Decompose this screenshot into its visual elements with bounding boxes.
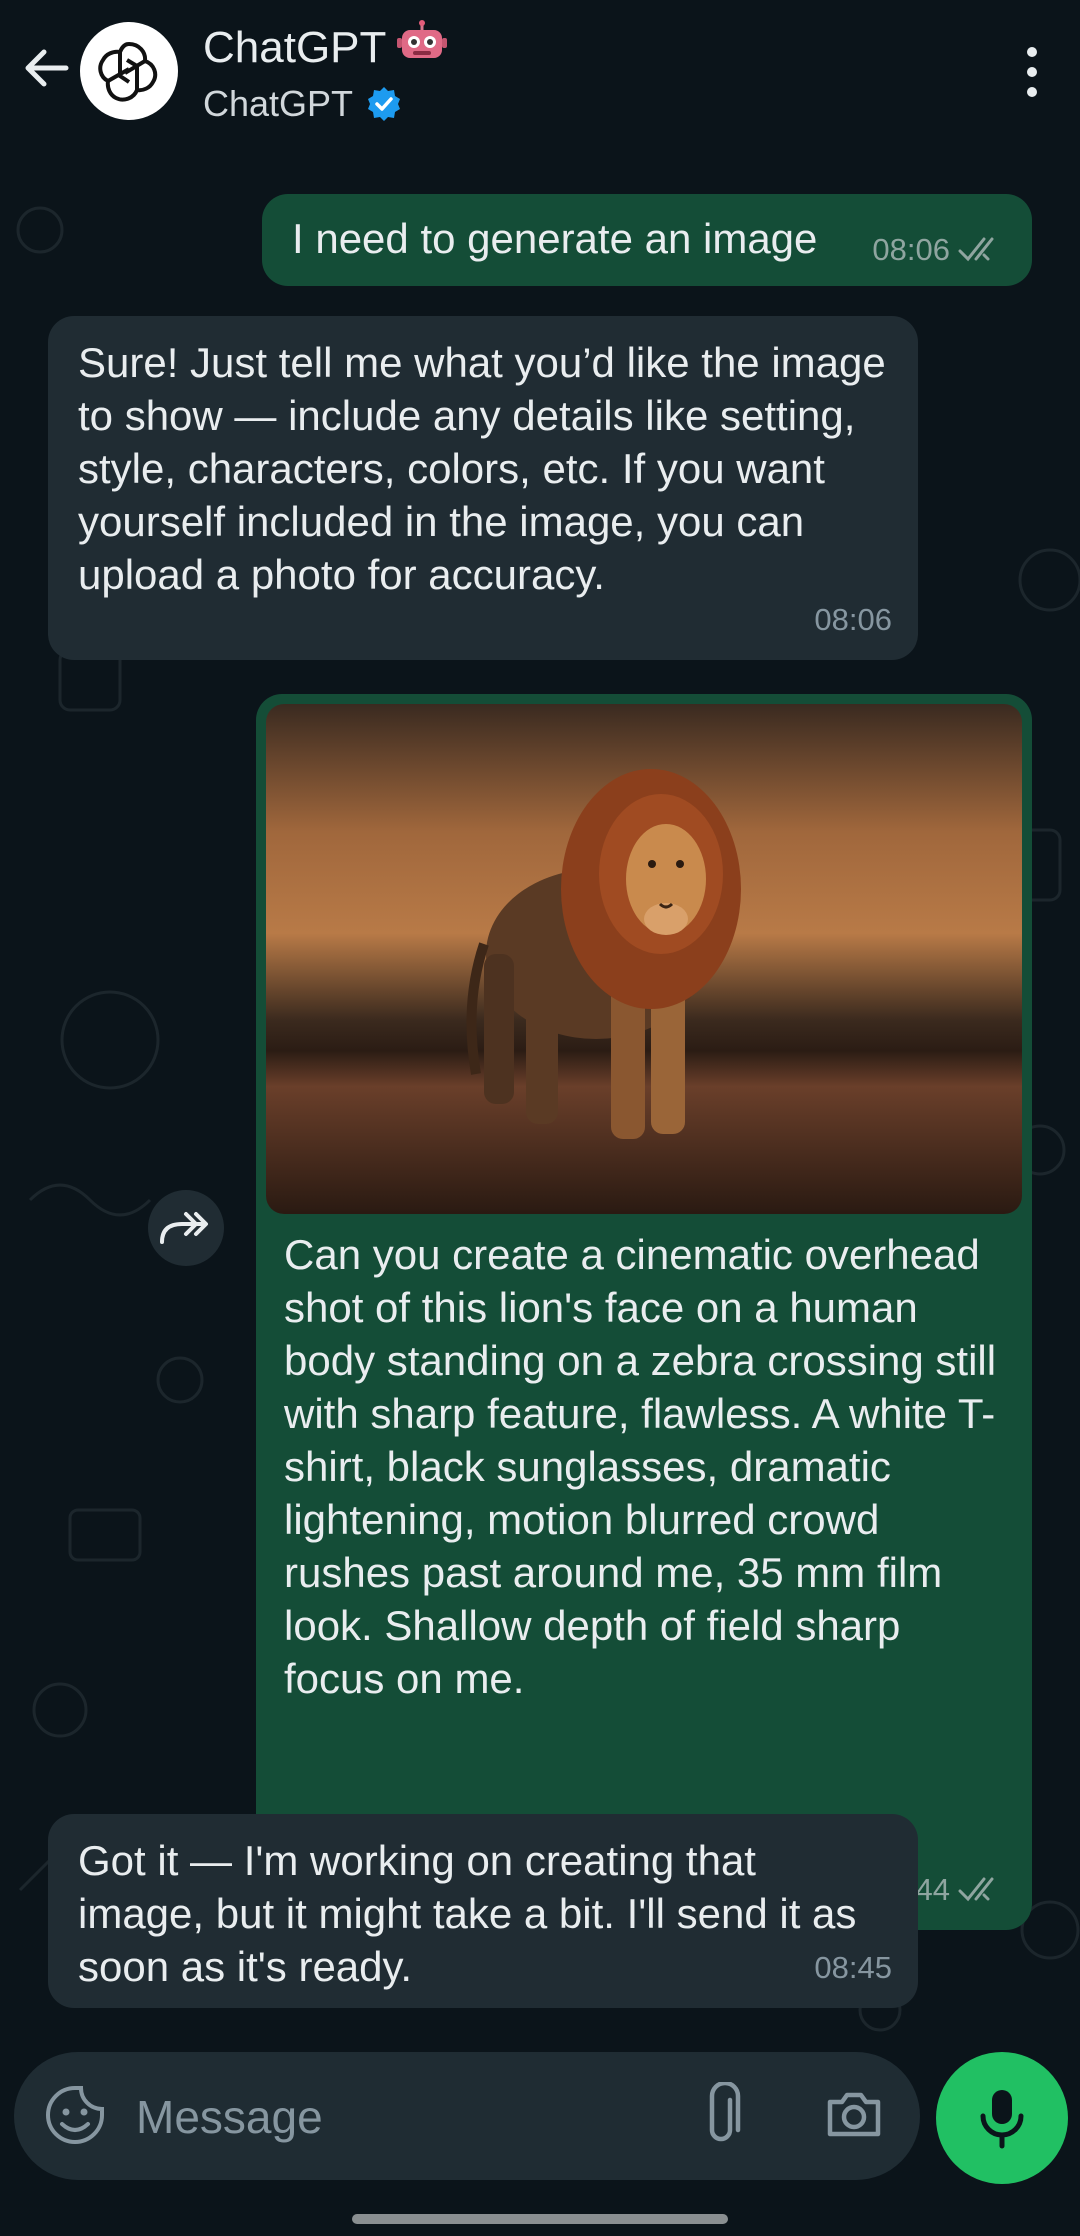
message-text: Got it — I'm working on creating that im… [78,1837,857,1990]
contact-info[interactable]: ChatGPT ChatGPT [203,20,448,126]
message-composer[interactable]: Message [14,2052,920,2180]
more-vertical-icon [1027,47,1037,97]
contact-subtitle: ChatGPT [203,82,448,126]
message-text: Sure! Just tell me what you’d like the i… [78,339,886,598]
robot-emoji-icon [396,20,448,76]
incoming-message[interactable]: Got it — I'm working on creating that im… [48,1814,918,2008]
subtitle-text: ChatGPT [203,83,354,124]
back-button[interactable] [18,40,74,96]
incoming-message[interactable]: Sure! Just tell me what you’d like the i… [48,316,918,660]
camera-icon [827,2092,881,2137]
microphone-icon [980,2090,1024,2149]
attach-button[interactable] [700,2080,742,2153]
verified-badge-icon [368,87,401,121]
camera-button[interactable] [824,2084,884,2149]
message-text: Can you create a cinematic overhead shot… [284,1231,997,1702]
message-time: 08:06 [814,602,892,637]
gesture-navigation-bar[interactable] [352,2214,728,2224]
message-time: 08:45 [814,1950,892,1985]
voice-message-button[interactable] [936,2052,1068,2184]
message-meta: 08:45 [814,1941,892,1994]
message-time: 08:06 [872,232,950,267]
message-list[interactable]: I need to generate an image 08:06 Sure! … [0,150,1080,2040]
more-options-button[interactable] [1020,44,1044,100]
paperclip-icon [709,2080,741,2142]
forward-button[interactable] [148,1190,224,1266]
message-meta: 08:06 [814,593,892,646]
contact-name-text: ChatGPT [203,23,387,72]
chat-screen: ChatGPT ChatGPT I need to generate an im… [0,0,1080,2236]
message-meta: 08:06 [872,223,1006,276]
chatgpt-logo-icon [98,42,158,102]
outgoing-image-message[interactable]: Can you create a cinematic overhead shot… [256,694,1032,1930]
contact-name: ChatGPT [203,20,448,76]
double-check-icon [958,1877,994,1901]
emoji-button[interactable] [44,2084,106,2151]
forward-icon [160,1212,208,1244]
attached-image[interactable] [266,704,1022,1214]
lion-photo [266,704,1022,1214]
message-input[interactable]: Message [136,2090,323,2144]
double-check-icon [958,237,994,261]
sticker-icon [46,2086,104,2144]
outgoing-message[interactable]: I need to generate an image 08:06 [262,194,1032,286]
chat-header: ChatGPT ChatGPT [0,0,1080,150]
avatar[interactable] [80,22,178,120]
arrow-left-icon [25,49,69,87]
